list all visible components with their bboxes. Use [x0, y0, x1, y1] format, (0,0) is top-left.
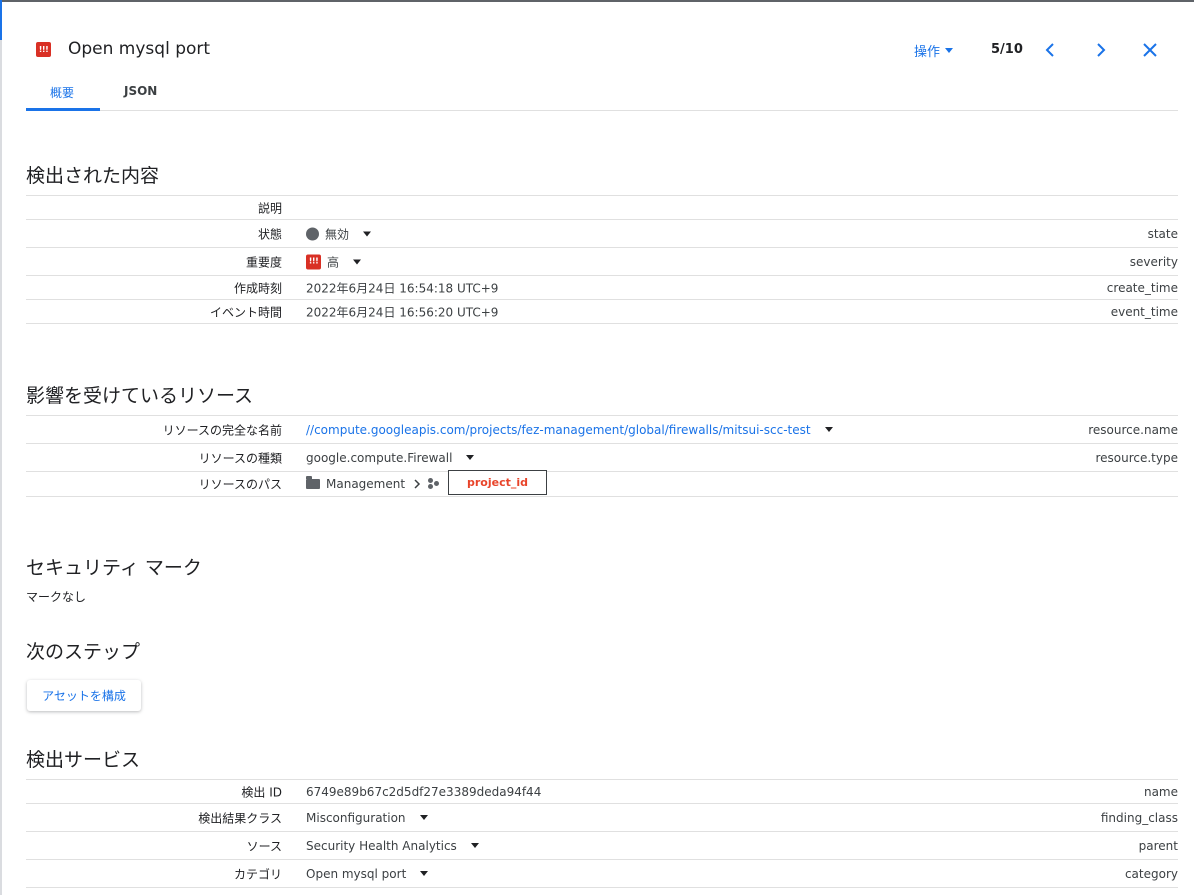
finding-id-value: 6749e89b67c2d5df27e3389deda94f44 — [306, 784, 542, 799]
row-label: 検出結果クラス — [198, 811, 282, 825]
close-button[interactable] — [1138, 38, 1162, 62]
active-tab-indicator — [26, 108, 100, 111]
previous-button[interactable] — [1038, 38, 1062, 62]
redacted-project-id: project_id — [448, 470, 547, 495]
table-row: 検出結果クラス Misconfiguration finding_class — [26, 804, 1178, 832]
chevron-right-icon — [414, 479, 421, 489]
section-title-resources: 影響を受けているリソース — [26, 385, 254, 407]
row-key: event_time — [1110, 304, 1178, 319]
tab-overview[interactable]: 概要 — [50, 84, 74, 101]
resource-name-value: //compute.googleapis.com/projects/fez-ma… — [306, 423, 833, 437]
resource-type-text: google.compute.Firewall — [306, 450, 453, 465]
source-text: Security Health Analytics — [306, 838, 457, 853]
resource-name-dropdown-icon[interactable] — [824, 427, 833, 432]
event-time-value: 2022年6月24日 16:56:20 UTC+9 — [306, 305, 499, 319]
detected-table: 説明 状態 無効 state 重要度 !!! 高 severity 作成時刻 2… — [26, 195, 1178, 324]
page-title: Open mysql port — [68, 39, 211, 59]
state-dropdown-icon[interactable] — [363, 231, 372, 236]
table-row: リソースの完全な名前 //compute.googleapis.com/proj… — [26, 416, 1178, 444]
severity-value: !!! 高 — [306, 253, 362, 270]
table-row: リソースの種類 google.compute.Firewall resource… — [26, 444, 1178, 472]
configure-asset-button[interactable]: アセットを構成 — [27, 680, 141, 711]
section-title-security-marks: セキュリティ マーク — [26, 557, 202, 579]
table-row: 状態 無効 state — [26, 220, 1178, 248]
chevron-left-icon — [1045, 43, 1054, 57]
resource-path-folder[interactable]: Management — [326, 477, 405, 491]
table-row: 作成時刻 2022年6月24日 16:54:18 UTC+9 create_ti… — [26, 276, 1178, 300]
finding-class-dropdown-icon[interactable] — [419, 815, 428, 820]
row-key: severity — [1129, 254, 1178, 269]
row-key: create_time — [1106, 280, 1178, 295]
folder-icon — [306, 476, 320, 489]
row-key: state — [1147, 226, 1178, 241]
row-label: カテゴリ — [233, 867, 282, 881]
finding-class-text: Misconfiguration — [306, 810, 406, 825]
table-row: リソースのパス Management — [26, 472, 1178, 497]
severity-high-icon: !!! — [36, 42, 51, 57]
tab-divider — [26, 110, 1178, 111]
row-label: 作成時刻 — [233, 281, 282, 295]
row-label: 検出 ID — [241, 785, 282, 799]
section-title-service: 検出サービス — [26, 749, 141, 771]
pager-count: 5/10 — [991, 42, 1023, 57]
window-left-edge — [0, 0, 2, 895]
resource-type-dropdown-icon[interactable] — [466, 455, 475, 460]
table-row: イベント時間 2022年6月24日 16:56:20 UTC+9 event_t… — [26, 300, 1178, 324]
source-dropdown-icon[interactable] — [470, 843, 479, 848]
chevron-down-icon — [945, 48, 954, 53]
no-marks-text: マークなし — [26, 590, 87, 604]
row-key: category — [1124, 866, 1178, 881]
table-row: ソース Security Health Analytics parent — [26, 832, 1178, 860]
resource-name-link[interactable]: //compute.googleapis.com/projects/fez-ma… — [306, 423, 811, 437]
row-label: リソースの種類 — [198, 451, 282, 465]
category-value: Open mysql port — [306, 866, 429, 881]
table-row: 説明 — [26, 196, 1178, 220]
category-dropdown-icon[interactable] — [420, 871, 429, 876]
table-row: カテゴリ Open mysql port category — [26, 860, 1178, 888]
project-icon — [428, 478, 440, 490]
severity-high-icon: !!! — [306, 254, 321, 269]
chevron-right-icon — [1097, 43, 1106, 57]
state-text: 無効 — [325, 227, 350, 241]
service-table: 検出 ID 6749e89b67c2d5df27e3389deda94f44 n… — [26, 779, 1178, 888]
row-label: 状態 — [257, 227, 282, 241]
row-key: finding_class — [1100, 810, 1178, 825]
severity-text: 高 — [327, 255, 340, 269]
section-title-next-steps: 次のステップ — [26, 641, 141, 663]
state-value: 無効 — [306, 225, 372, 242]
next-button[interactable] — [1089, 38, 1113, 62]
inactive-status-icon — [306, 227, 319, 240]
row-label: イベント時間 — [209, 305, 282, 319]
tab-json[interactable]: JSON — [124, 84, 157, 98]
severity-dropdown-icon[interactable] — [353, 259, 362, 264]
resource-path-value: Management — [306, 476, 440, 491]
row-label: 説明 — [257, 201, 282, 215]
row-key: resource.name — [1088, 422, 1178, 437]
row-label: リソースの完全な名前 — [162, 423, 282, 437]
row-key: resource.type — [1095, 450, 1178, 465]
window-top-edge — [0, 0, 1194, 2]
close-icon — [1143, 43, 1157, 57]
row-key: parent — [1138, 838, 1178, 853]
finding-class-value: Misconfiguration — [306, 811, 428, 825]
create-time-value: 2022年6月24日 16:54:18 UTC+9 — [306, 281, 499, 295]
resources-table: リソースの完全な名前 //compute.googleapis.com/proj… — [26, 415, 1178, 497]
section-title-detected: 検出された内容 — [26, 165, 160, 187]
resource-type-value: google.compute.Firewall — [306, 450, 475, 465]
row-key: name — [1143, 784, 1178, 799]
row-label: リソースのパス — [198, 477, 282, 492]
row-label: 重要度 — [245, 255, 282, 269]
actions-menu-button[interactable]: 操作 — [914, 41, 954, 60]
actions-label: 操作 — [914, 45, 941, 60]
row-label: ソース — [246, 839, 282, 853]
table-row: 検出 ID 6749e89b67c2d5df27e3389deda94f44 n… — [26, 780, 1178, 804]
table-row: 重要度 !!! 高 severity — [26, 248, 1178, 276]
category-text: Open mysql port — [306, 866, 407, 881]
source-value: Security Health Analytics — [306, 839, 479, 853]
